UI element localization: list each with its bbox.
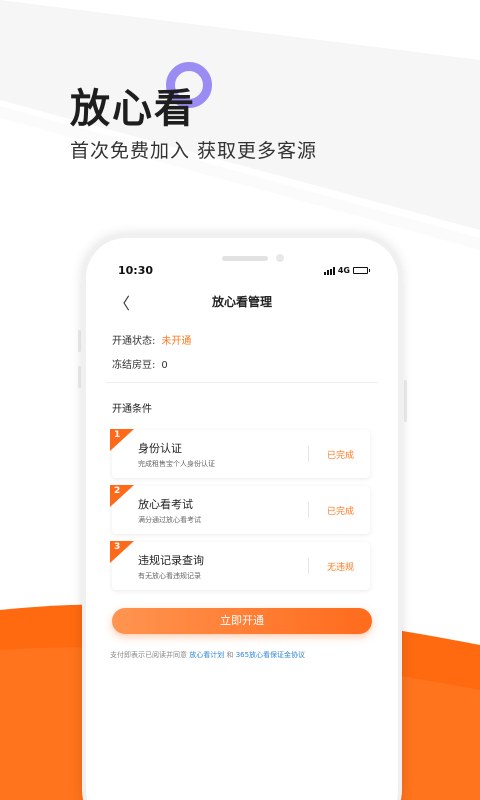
open-status-row: 开通状态: 未开通	[112, 332, 191, 347]
card-separator	[308, 446, 309, 462]
agreement-text: 支付即表示已阅读并同意 放心看计划 和 365放心看保证金协议	[110, 650, 380, 660]
plan-link[interactable]: 放心看计划	[189, 651, 224, 659]
battery-icon	[353, 267, 370, 274]
divider	[106, 382, 378, 383]
phone-camera	[276, 254, 284, 262]
condition-desc: 有无放心看违规记录	[138, 572, 201, 580]
status-time: 10:30	[118, 264, 154, 277]
agreement-prefix: 支付即表示已阅读并同意	[110, 651, 190, 659]
hero-title: 放心看	[70, 86, 196, 132]
card-separator	[308, 502, 309, 518]
status-indicators: 4G	[323, 266, 370, 275]
condition-title: 身份认证	[138, 442, 182, 455]
phone-side-button	[78, 366, 81, 388]
condition-status: 无违规	[326, 563, 354, 573]
phone-side-button	[78, 330, 81, 352]
condition-card-identity[interactable]: 1 身份认证 完成租售宝个人身份认证 已完成	[110, 429, 370, 478]
frozen-beans-row: 冻结房豆: 0	[112, 356, 168, 371]
open-status-value: 未开通	[161, 336, 192, 347]
condition-title: 放心看考试	[138, 498, 193, 511]
frozen-beans-value: 0	[161, 360, 168, 371]
step-number: 2	[114, 486, 121, 496]
network-label: 4G	[337, 266, 350, 275]
open-now-button[interactable]: 立即开通	[112, 608, 372, 634]
phone-speaker	[222, 256, 268, 261]
phone-side-button	[404, 380, 407, 422]
page-title: 放心看管理	[211, 295, 272, 309]
frozen-beans-label: 冻结房豆:	[112, 360, 156, 371]
condition-status: 已完成	[326, 451, 354, 461]
condition-card-violation[interactable]: 3 违规记录查询 有无放心看违规记录 无违规	[110, 541, 370, 590]
signal-icon	[323, 266, 335, 275]
step-number: 3	[114, 542, 121, 552]
condition-desc: 满分通过放心看考试	[138, 516, 201, 524]
condition-title: 违规记录查询	[138, 554, 204, 567]
agreement-joiner: 和	[224, 651, 236, 659]
open-status-label: 开通状态:	[112, 336, 156, 347]
hero-subtitle: 首次免费加入 获取更多客源	[70, 140, 318, 162]
condition-card-exam[interactable]: 2 放心看考试 满分通过放心看考试 已完成	[110, 485, 370, 534]
card-separator	[308, 558, 309, 574]
conditions-title: 开通条件	[112, 404, 152, 415]
step-number: 1	[114, 430, 121, 440]
condition-desc: 完成租售宝个人身份认证	[138, 460, 215, 468]
condition-status: 已完成	[326, 507, 354, 517]
deposit-agreement-link[interactable]: 365放心看保证金协议	[236, 651, 305, 659]
phone-mockup: 10:30 4G 〈 放心看管理 开通状态: 未开通 冻结房豆: 0 开通条件 1 …	[82, 234, 402, 800]
